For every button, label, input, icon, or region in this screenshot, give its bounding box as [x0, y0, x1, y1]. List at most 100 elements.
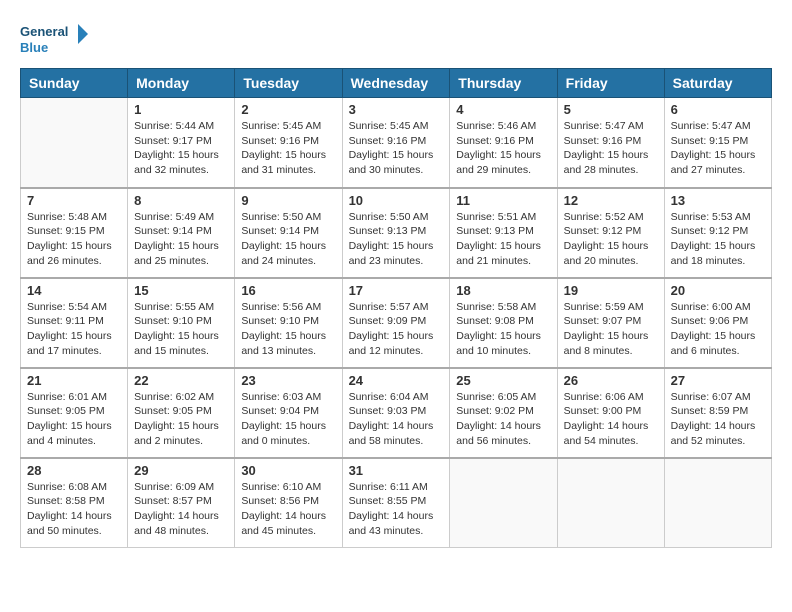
- day-info: Sunrise: 6:08 AM Sunset: 8:58 PM Dayligh…: [27, 480, 121, 539]
- day-info: Sunrise: 6:06 AM Sunset: 9:00 PM Dayligh…: [564, 390, 658, 449]
- day-info: Sunrise: 5:45 AM Sunset: 9:16 PM Dayligh…: [241, 119, 335, 178]
- day-info: Sunrise: 6:00 AM Sunset: 9:06 PM Dayligh…: [671, 300, 765, 359]
- day-number: 12: [564, 193, 658, 208]
- day-number: 19: [564, 283, 658, 298]
- calendar-cell: 16 Sunrise: 5:56 AM Sunset: 9:10 PM Dayli…: [235, 278, 342, 368]
- day-info: Sunrise: 5:58 AM Sunset: 9:08 PM Dayligh…: [456, 300, 550, 359]
- calendar-cell: 6 Sunrise: 5:47 AM Sunset: 9:15 PM Daylig…: [664, 98, 771, 188]
- day-number: 26: [564, 373, 658, 388]
- calendar-week-row: 14 Sunrise: 5:54 AM Sunset: 9:11 PM Dayli…: [21, 278, 772, 368]
- calendar-cell: 7 Sunrise: 5:48 AM Sunset: 9:15 PM Daylig…: [21, 188, 128, 278]
- day-number: 20: [671, 283, 765, 298]
- day-info: Sunrise: 6:05 AM Sunset: 9:02 PM Dayligh…: [456, 390, 550, 449]
- calendar-cell: 2 Sunrise: 5:45 AM Sunset: 9:16 PM Daylig…: [235, 98, 342, 188]
- day-info: Sunrise: 6:10 AM Sunset: 8:56 PM Dayligh…: [241, 480, 335, 539]
- calendar-cell: 13Sunrise: 5:53 AM Sunset: 9:12 PM Dayli…: [664, 188, 771, 278]
- day-number: 11: [456, 193, 550, 208]
- day-info: Sunrise: 5:52 AM Sunset: 9:12 PM Dayligh…: [564, 210, 658, 269]
- calendar-cell: 4 Sunrise: 5:46 AM Sunset: 9:16 PM Daylig…: [450, 98, 557, 188]
- day-number: 24: [349, 373, 444, 388]
- svg-text:General: General: [20, 24, 68, 39]
- day-info: Sunrise: 5:47 AM Sunset: 9:16 PM Dayligh…: [564, 119, 658, 178]
- calendar-cell: 18 Sunrise: 5:58 AM Sunset: 9:08 PM Dayli…: [450, 278, 557, 368]
- calendar-cell: 27 Sunrise: 6:07 AM Sunset: 8:59 PM Dayli…: [664, 368, 771, 458]
- day-number: 23: [241, 373, 335, 388]
- day-number: 2: [241, 102, 335, 117]
- calendar-cell: 1 Sunrise: 5:44 AM Sunset: 9:17 PM Daylig…: [128, 98, 235, 188]
- calendar-cell: 28 Sunrise: 6:08 AM Sunset: 8:58 PM Dayli…: [21, 458, 128, 548]
- day-info: Sunrise: 6:11 AM Sunset: 8:55 PM Dayligh…: [349, 480, 444, 539]
- calendar-week-row: 28 Sunrise: 6:08 AM Sunset: 8:58 PM Dayli…: [21, 458, 772, 548]
- day-number: 6: [671, 102, 765, 117]
- calendar-cell: [21, 98, 128, 188]
- day-number: 3: [349, 102, 444, 117]
- calendar-cell: 8 Sunrise: 5:49 AM Sunset: 9:14 PM Daylig…: [128, 188, 235, 278]
- day-info: Sunrise: 5:54 AM Sunset: 9:11 PM Dayligh…: [27, 300, 121, 359]
- calendar-cell: 29Sunrise: 6:09 AM Sunset: 8:57 PM Dayli…: [128, 458, 235, 548]
- day-number: 17: [349, 283, 444, 298]
- day-info: Sunrise: 5:53 AM Sunset: 9:12 PM Dayligh…: [671, 210, 765, 269]
- calendar-week-row: 21 Sunrise: 6:01 AM Sunset: 9:05 PM Dayli…: [21, 368, 772, 458]
- calendar-cell: 3 Sunrise: 5:45 AM Sunset: 9:16 PM Daylig…: [342, 98, 450, 188]
- calendar-cell: 11 Sunrise: 5:51 AM Sunset: 9:13 PM Dayli…: [450, 188, 557, 278]
- day-info: Sunrise: 5:59 AM Sunset: 9:07 PM Dayligh…: [564, 300, 658, 359]
- calendar-week-row: 1 Sunrise: 5:44 AM Sunset: 9:17 PM Daylig…: [21, 98, 772, 188]
- day-info: Sunrise: 6:04 AM Sunset: 9:03 PM Dayligh…: [349, 390, 444, 449]
- day-info: Sunrise: 5:45 AM Sunset: 9:16 PM Dayligh…: [349, 119, 444, 178]
- calendar-table: SundayMondayTuesdayWednesdayThursdayFrid…: [20, 68, 772, 548]
- day-info: Sunrise: 5:57 AM Sunset: 9:09 PM Dayligh…: [349, 300, 444, 359]
- weekday-header-wednesday: Wednesday: [342, 69, 450, 98]
- day-info: Sunrise: 6:07 AM Sunset: 8:59 PM Dayligh…: [671, 390, 765, 449]
- day-number: 27: [671, 373, 765, 388]
- day-number: 7: [27, 193, 121, 208]
- day-info: Sunrise: 5:55 AM Sunset: 9:10 PM Dayligh…: [134, 300, 228, 359]
- day-number: 1: [134, 102, 228, 117]
- page-header: General Blue: [20, 20, 772, 60]
- calendar-week-row: 7 Sunrise: 5:48 AM Sunset: 9:15 PM Daylig…: [21, 188, 772, 278]
- day-info: Sunrise: 6:02 AM Sunset: 9:05 PM Dayligh…: [134, 390, 228, 449]
- day-number: 4: [456, 102, 550, 117]
- day-number: 18: [456, 283, 550, 298]
- day-info: Sunrise: 5:46 AM Sunset: 9:16 PM Dayligh…: [456, 119, 550, 178]
- day-info: Sunrise: 5:51 AM Sunset: 9:13 PM Dayligh…: [456, 210, 550, 269]
- logo-svg: General Blue: [20, 20, 90, 60]
- calendar-cell: 17 Sunrise: 5:57 AM Sunset: 9:09 PM Dayli…: [342, 278, 450, 368]
- calendar-cell: 12 Sunrise: 5:52 AM Sunset: 9:12 PM Dayli…: [557, 188, 664, 278]
- day-info: Sunrise: 5:48 AM Sunset: 9:15 PM Dayligh…: [27, 210, 121, 269]
- calendar-cell: 20 Sunrise: 6:00 AM Sunset: 9:06 PM Dayli…: [664, 278, 771, 368]
- day-info: Sunrise: 5:47 AM Sunset: 9:15 PM Dayligh…: [671, 119, 765, 178]
- day-info: Sunrise: 5:56 AM Sunset: 9:10 PM Dayligh…: [241, 300, 335, 359]
- day-number: 30: [241, 463, 335, 478]
- day-info: Sunrise: 5:49 AM Sunset: 9:14 PM Dayligh…: [134, 210, 228, 269]
- weekday-header-friday: Friday: [557, 69, 664, 98]
- day-number: 28: [27, 463, 121, 478]
- day-number: 25: [456, 373, 550, 388]
- calendar-cell: 21 Sunrise: 6:01 AM Sunset: 9:05 PM Dayli…: [21, 368, 128, 458]
- calendar-cell: 19 Sunrise: 5:59 AM Sunset: 9:07 PM Dayli…: [557, 278, 664, 368]
- calendar-cell: [557, 458, 664, 548]
- calendar-cell: 9 Sunrise: 5:50 AM Sunset: 9:14 PM Daylig…: [235, 188, 342, 278]
- day-number: 5: [564, 102, 658, 117]
- calendar-cell: 5 Sunrise: 5:47 AM Sunset: 9:16 PM Daylig…: [557, 98, 664, 188]
- day-number: 9: [241, 193, 335, 208]
- day-info: Sunrise: 6:01 AM Sunset: 9:05 PM Dayligh…: [27, 390, 121, 449]
- calendar-cell: [664, 458, 771, 548]
- weekday-header-sunday: Sunday: [21, 69, 128, 98]
- day-info: Sunrise: 5:50 AM Sunset: 9:14 PM Dayligh…: [241, 210, 335, 269]
- day-number: 21: [27, 373, 121, 388]
- day-number: 22: [134, 373, 228, 388]
- calendar-cell: 22 Sunrise: 6:02 AM Sunset: 9:05 PM Dayli…: [128, 368, 235, 458]
- weekday-header-row: SundayMondayTuesdayWednesdayThursdayFrid…: [21, 69, 772, 98]
- day-number: 8: [134, 193, 228, 208]
- day-number: 15: [134, 283, 228, 298]
- calendar-cell: [450, 458, 557, 548]
- weekday-header-thursday: Thursday: [450, 69, 557, 98]
- day-number: 16: [241, 283, 335, 298]
- day-info: Sunrise: 5:44 AM Sunset: 9:17 PM Dayligh…: [134, 119, 228, 178]
- calendar-cell: 25 Sunrise: 6:05 AM Sunset: 9:02 PM Dayli…: [450, 368, 557, 458]
- calendar-cell: 24 Sunrise: 6:04 AM Sunset: 9:03 PM Dayli…: [342, 368, 450, 458]
- day-number: 31: [349, 463, 444, 478]
- day-number: 14: [27, 283, 121, 298]
- calendar-cell: 10Sunrise: 5:50 AM Sunset: 9:13 PM Dayli…: [342, 188, 450, 278]
- svg-text:Blue: Blue: [20, 40, 48, 55]
